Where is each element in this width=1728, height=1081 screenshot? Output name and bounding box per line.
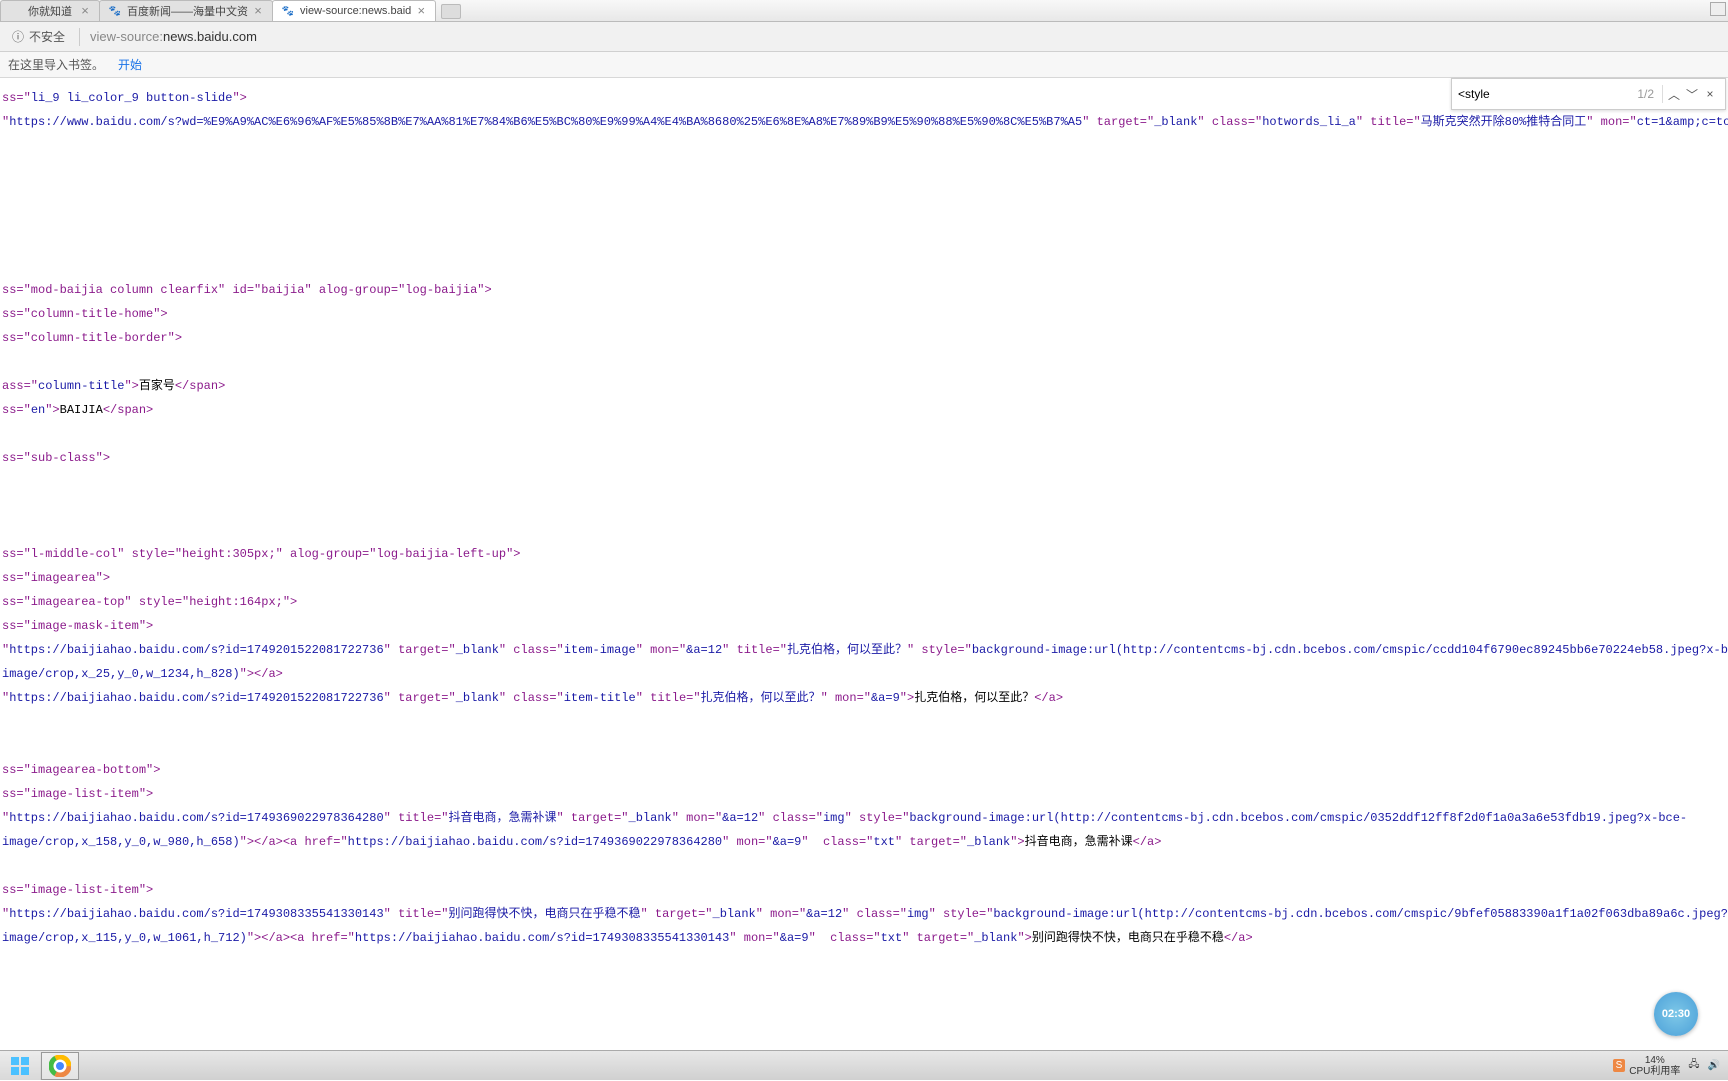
close-icon[interactable]: × — [1701, 87, 1719, 101]
bookmarks-bar: 在这里导入书签。 开始 — [0, 52, 1728, 78]
tray-cpu[interactable]: 14%CPU利用率 — [1629, 1055, 1680, 1077]
bookmark-start[interactable]: 开始 — [118, 56, 142, 73]
security-label: 不安全 — [29, 28, 65, 45]
tab-title: view-source:news.baid — [300, 5, 411, 17]
security-warning[interactable]: ⓘ 不安全 — [4, 28, 73, 45]
find-input[interactable] — [1458, 87, 1631, 101]
close-icon[interactable]: × — [415, 5, 427, 17]
bookmark-hint: 在这里导入书签。 — [8, 56, 104, 73]
browser-tab-active[interactable]: 🐾 view-source:news.baid × — [272, 0, 436, 21]
tray-network-icon[interactable]: 🖧 — [1688, 1057, 1699, 1074]
browser-tabs-bar: 你就知道 × 🐾 百度新闻——海量中文资 × 🐾 view-source:new… — [0, 0, 1728, 22]
tab-title: 你就知道 — [28, 3, 75, 19]
divider — [1662, 85, 1663, 103]
new-tab-button[interactable] — [441, 4, 461, 19]
close-icon[interactable]: × — [252, 5, 264, 17]
view-source-content[interactable]: ss="li_9 li_color_9 button-slide"> "http… — [0, 78, 1728, 1058]
info-icon: ⓘ — [12, 28, 24, 45]
window-minimize-icon[interactable] — [1710, 2, 1726, 16]
start-button[interactable] — [0, 1051, 40, 1081]
tab-favicon: 🐾 — [108, 4, 122, 18]
taskbar-chrome-icon[interactable] — [41, 1052, 79, 1080]
url-input[interactable]: view-source:news.baidu.com — [86, 29, 1724, 44]
browser-tab[interactable]: 你就知道 × — [0, 0, 100, 21]
clock-widget[interactable]: 02:30 — [1654, 992, 1698, 1036]
address-bar: ⓘ 不安全 view-source:news.baidu.com — [0, 22, 1728, 52]
divider — [79, 28, 80, 46]
tray-ime-icon[interactable]: S — [1613, 1059, 1626, 1072]
find-count: 1/2 — [1637, 87, 1654, 101]
tab-favicon: 🐾 — [281, 4, 295, 18]
url-prefix: view-source: — [90, 29, 163, 44]
tray-volume-icon[interactable]: 🔊 — [1708, 1060, 1720, 1071]
close-icon[interactable]: × — [79, 5, 91, 17]
url-host: news.baidu.com — [163, 29, 257, 44]
taskbar: S 14%CPU利用率 🖧 🔊 — [0, 1050, 1728, 1080]
find-in-page-bar: 1/2 ︿ ﹀ × — [1451, 78, 1726, 110]
tab-title: 百度新闻——海量中文资 — [127, 3, 248, 19]
find-prev-icon[interactable]: ︿ — [1665, 86, 1683, 103]
browser-tab[interactable]: 🐾 百度新闻——海量中文资 × — [99, 0, 273, 21]
find-next-icon[interactable]: ﹀ — [1683, 86, 1701, 103]
system-tray: S 14%CPU利用率 🖧 🔊 — [1613, 1055, 1728, 1077]
tab-favicon — [9, 4, 23, 18]
